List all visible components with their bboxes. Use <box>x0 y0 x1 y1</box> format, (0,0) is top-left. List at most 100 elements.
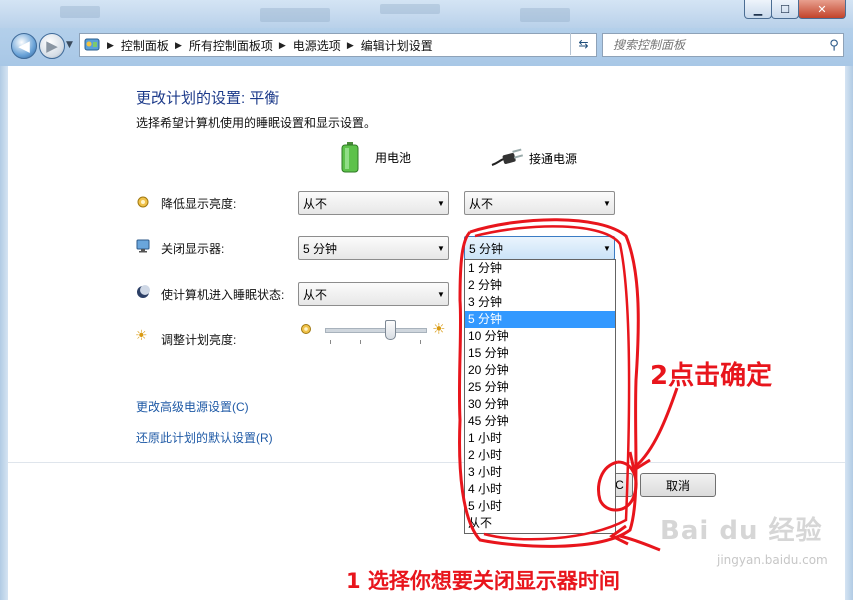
dropdown-option[interactable]: 2 分钟 <box>465 277 615 294</box>
maximize-button[interactable]: ☐ <box>771 0 799 19</box>
dropdown-option[interactable]: 15 分钟 <box>465 345 615 362</box>
cancel-label: 取消 <box>665 478 690 493</box>
back-button[interactable]: ◀ <box>11 33 37 59</box>
column-header-label: 接通电源 <box>529 151 578 166</box>
select-value: 从不 <box>303 287 328 302</box>
brightness-slider-thumb[interactable] <box>385 320 396 340</box>
address-bar[interactable]: ▶ 控制面板 ▶ 所有控制面板项 ▶ 电源选项 ▶ 编辑计划设置 <box>79 33 597 57</box>
dim-display-icon <box>137 196 149 208</box>
sleep-battery-select[interactable]: 从不 ▼ <box>298 282 449 306</box>
breadcrumb-item[interactable]: 控制面板 <box>121 37 169 54</box>
dropdown-option[interactable]: 2 小时 <box>465 447 615 464</box>
dropdown-option[interactable]: 3 分钟 <box>465 294 615 311</box>
breadcrumb-separator-icon[interactable]: ▶ <box>107 40 114 51</box>
dim-display-battery-select[interactable]: 从不 ▼ <box>298 191 449 215</box>
brightness-sun-icon: ☀ <box>135 328 148 344</box>
close-window-button[interactable]: ✕ <box>798 0 846 19</box>
setting-label-turn-off-display: 关闭显示器: <box>161 242 225 256</box>
breadcrumb: ▶ 控制面板 ▶ 所有控制面板项 ▶ 电源选项 ▶ 编辑计划设置 <box>101 34 433 56</box>
dropdown-option[interactable]: 25 分钟 <box>465 379 615 396</box>
power-plug-icon <box>491 148 524 166</box>
battery-icon <box>341 142 359 173</box>
dropdown-option[interactable]: 4 小时 <box>465 481 615 498</box>
refresh-button[interactable]: ⇆ <box>570 33 596 55</box>
dropdown-option[interactable]: 10 分钟 <box>465 328 615 345</box>
chevron-down-icon: ▼ <box>437 198 445 208</box>
page-subtitle: 选择希望计算机使用的睡眠设置和显示设置。 <box>136 116 377 130</box>
dropdown-option[interactable]: 3 小时 <box>465 464 615 481</box>
dropdown-option[interactable]: 1 小时 <box>465 430 615 447</box>
baidu-watermark-url: jingyan.baidu.com <box>717 553 828 567</box>
control-panel-icon <box>84 38 100 51</box>
baidu-watermark: Bai du 经验 <box>660 516 823 546</box>
search-icon[interactable]: ⚲ <box>825 38 843 53</box>
breadcrumb-item[interactable]: 编辑计划设置 <box>361 37 433 54</box>
select-value: 5 分钟 <box>303 241 338 256</box>
forward-arrow-icon: ▶ <box>46 37 58 55</box>
brightness-low-icon <box>301 324 311 334</box>
slider-tick <box>360 340 361 344</box>
brightness-high-icon: ☀ <box>432 320 446 338</box>
breadcrumb-separator-icon[interactable]: ▶ <box>175 40 182 51</box>
control-panel-window: ▁ ☐ ✕ ◀ ▶ ▼ ▶ 控制面板 ▶ 所有控制面板项 ▶ 电源选项 ▶ 编辑… <box>0 0 853 600</box>
maximize-icon: ☐ <box>780 2 790 16</box>
blurred-title-fragment <box>260 8 330 22</box>
dropdown-option[interactable]: 45 分钟 <box>465 413 615 430</box>
column-header-battery: 用电池 <box>340 141 411 173</box>
save-changes-label: C <box>615 478 624 492</box>
breadcrumb-item[interactable]: 所有控制面板项 <box>189 37 273 54</box>
blurred-title-fragment <box>520 8 570 22</box>
chevron-down-icon: ▼ <box>437 289 445 299</box>
chevron-down-icon: ▼ <box>66 40 73 50</box>
back-arrow-icon: ◀ <box>18 37 30 55</box>
brightness-slider-track[interactable] <box>325 328 427 333</box>
search-box[interactable]: ⚲ <box>602 33 844 57</box>
dropdown-option[interactable]: 1 分钟 <box>465 260 615 277</box>
annotation-step-2: 2点击确定 <box>650 361 773 391</box>
annotation-step-1: 1 选择你想要关闭显示器时间 <box>346 569 620 593</box>
chevron-down-icon: ▼ <box>437 243 445 253</box>
breadcrumb-item[interactable]: 电源选项 <box>293 37 341 54</box>
minimize-icon: ▁ <box>753 2 763 16</box>
setting-label-sleep: 使计算机进入睡眠状态: <box>161 288 285 302</box>
recent-pages-dropdown[interactable]: ▼ <box>66 40 73 50</box>
slider-tick <box>420 340 421 344</box>
breadcrumb-separator-icon[interactable]: ▶ <box>279 40 286 51</box>
setting-label-dim-display: 降低显示亮度: <box>161 197 237 211</box>
dim-display-plugged-select[interactable]: 从不 ▼ <box>464 191 615 215</box>
select-value: 从不 <box>469 196 494 211</box>
column-header-label: 用电池 <box>375 150 412 165</box>
cancel-button[interactable]: 取消 <box>640 473 716 497</box>
close-icon: ✕ <box>817 2 827 16</box>
turn-off-display-battery-select[interactable]: 5 分钟 ▼ <box>298 236 449 260</box>
window-border-left <box>0 66 8 600</box>
slider-tick <box>330 340 331 344</box>
dropdown-option[interactable]: 5 分钟 <box>465 311 615 328</box>
column-header-plugged: 接通电源 <box>490 148 577 168</box>
footer-divider <box>8 462 845 463</box>
dropdown-option[interactable]: 30 分钟 <box>465 396 615 413</box>
blurred-title-fragment <box>380 4 440 14</box>
blurred-title-fragment <box>60 6 100 18</box>
refresh-icon: ⇆ <box>578 37 589 51</box>
dropdown-option[interactable]: 20 分钟 <box>465 362 615 379</box>
forward-button[interactable]: ▶ <box>39 33 65 59</box>
monitor-icon <box>136 239 150 253</box>
advanced-power-settings-link[interactable]: 更改高级电源设置(C) <box>136 398 249 415</box>
restore-defaults-link[interactable]: 还原此计划的默认设置(R) <box>136 429 273 446</box>
title-bar <box>0 0 853 28</box>
dropdown-option[interactable]: 5 小时 <box>465 498 615 515</box>
breadcrumb-separator-icon[interactable]: ▶ <box>347 40 354 51</box>
chevron-down-icon: ▼ <box>603 243 611 253</box>
select-value: 从不 <box>303 196 328 211</box>
turn-off-display-plugged-select[interactable]: 5 分钟 ▼ <box>464 236 615 260</box>
page-title: 更改计划的设置: 平衡 <box>136 90 280 107</box>
turn-off-display-dropdown-list[interactable]: 1 分钟 2 分钟 3 分钟 5 分钟 10 分钟 15 分钟 20 分钟 25 分钟 30 分… <box>464 259 616 534</box>
setting-label-brightness: 调整计划亮度: <box>161 333 237 347</box>
minimize-button[interactable]: ▁ <box>744 0 772 19</box>
select-value: 5 分钟 <box>469 241 504 256</box>
dropdown-option[interactable]: 从不 <box>465 515 615 532</box>
search-input[interactable] <box>611 37 825 53</box>
chevron-down-icon: ▼ <box>603 198 611 208</box>
window-border-right <box>845 66 853 600</box>
